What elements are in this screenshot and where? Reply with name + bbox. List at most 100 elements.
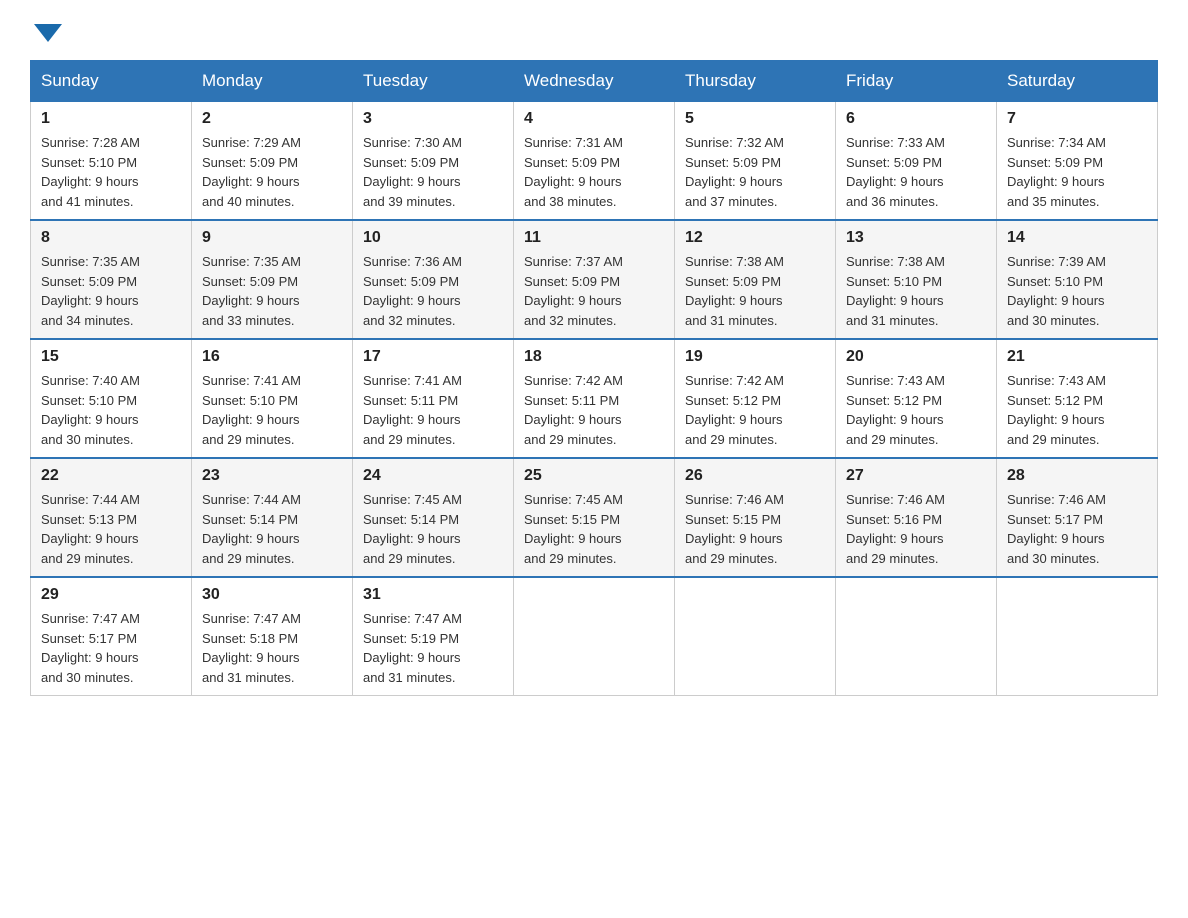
calendar-cell: 24 Sunrise: 7:45 AMSunset: 5:14 PMDayligh… bbox=[353, 458, 514, 577]
day-number: 12 bbox=[685, 229, 825, 247]
calendar-cell: 15Sunrise: 7:40 AMSunset: 5:10 PMDayligh… bbox=[31, 339, 192, 458]
day-info: Sunrise: 7:42 AMSunset: 5:11 PMDaylight:… bbox=[524, 371, 664, 449]
day-number: 5 bbox=[685, 110, 825, 128]
calendar-cell: 20 Sunrise: 7:43 AMSunset: 5:12 PMDayligh… bbox=[836, 339, 997, 458]
day-number: 29 bbox=[41, 586, 181, 604]
day-info: Sunrise: 7:46 AMSunset: 5:17 PMDaylight:… bbox=[1007, 490, 1147, 568]
day-number: 16 bbox=[202, 348, 342, 366]
calendar-cell: 16 Sunrise: 7:41 AMSunset: 5:10 PMDayligh… bbox=[192, 339, 353, 458]
calendar-cell: 17 Sunrise: 7:41 AMSunset: 5:11 PMDayligh… bbox=[353, 339, 514, 458]
day-info: Sunrise: 7:36 AMSunset: 5:09 PMDaylight:… bbox=[363, 252, 503, 330]
calendar-cell: 18 Sunrise: 7:42 AMSunset: 5:11 PMDayligh… bbox=[514, 339, 675, 458]
day-number: 24 bbox=[363, 467, 503, 485]
day-info: Sunrise: 7:37 AMSunset: 5:09 PMDaylight:… bbox=[524, 252, 664, 330]
logo-triangle-icon bbox=[34, 24, 62, 42]
day-info: Sunrise: 7:45 AMSunset: 5:15 PMDaylight:… bbox=[524, 490, 664, 568]
calendar-week-row: 22 Sunrise: 7:44 AMSunset: 5:13 PMDayligh… bbox=[31, 458, 1158, 577]
calendar-cell: 13 Sunrise: 7:38 AMSunset: 5:10 PMDayligh… bbox=[836, 220, 997, 339]
calendar-cell: 2Sunrise: 7:29 AMSunset: 5:09 PMDaylight… bbox=[192, 102, 353, 221]
calendar-cell: 6 Sunrise: 7:33 AMSunset: 5:09 PMDaylight… bbox=[836, 102, 997, 221]
day-info: Sunrise: 7:43 AMSunset: 5:12 PMDaylight:… bbox=[1007, 371, 1147, 449]
logo bbox=[30, 20, 62, 42]
column-header-monday: Monday bbox=[192, 61, 353, 102]
day-number: 17 bbox=[363, 348, 503, 366]
day-info: Sunrise: 7:42 AMSunset: 5:12 PMDaylight:… bbox=[685, 371, 825, 449]
day-number: 19 bbox=[685, 348, 825, 366]
calendar-table: SundayMondayTuesdayWednesdayThursdayFrid… bbox=[30, 60, 1158, 696]
day-number: 26 bbox=[685, 467, 825, 485]
day-info: Sunrise: 7:43 AMSunset: 5:12 PMDaylight:… bbox=[846, 371, 986, 449]
day-number: 1 bbox=[41, 110, 181, 128]
calendar-week-row: 29 Sunrise: 7:47 AMSunset: 5:17 PMDayligh… bbox=[31, 577, 1158, 696]
column-header-sunday: Sunday bbox=[31, 61, 192, 102]
day-number: 30 bbox=[202, 586, 342, 604]
day-number: 27 bbox=[846, 467, 986, 485]
calendar-cell: 29 Sunrise: 7:47 AMSunset: 5:17 PMDayligh… bbox=[31, 577, 192, 696]
calendar-cell: 31 Sunrise: 7:47 AMSunset: 5:19 PMDayligh… bbox=[353, 577, 514, 696]
day-info: Sunrise: 7:47 AMSunset: 5:18 PMDaylight:… bbox=[202, 609, 342, 687]
column-header-saturday: Saturday bbox=[997, 61, 1158, 102]
column-header-tuesday: Tuesday bbox=[353, 61, 514, 102]
calendar-cell: 28Sunrise: 7:46 AMSunset: 5:17 PMDayligh… bbox=[997, 458, 1158, 577]
day-info: Sunrise: 7:30 AMSunset: 5:09 PMDaylight:… bbox=[363, 133, 503, 211]
day-number: 4 bbox=[524, 110, 664, 128]
calendar-cell bbox=[675, 577, 836, 696]
calendar-week-row: 8 Sunrise: 7:35 AMSunset: 5:09 PMDaylight… bbox=[31, 220, 1158, 339]
calendar-cell bbox=[836, 577, 997, 696]
calendar-cell: 5 Sunrise: 7:32 AMSunset: 5:09 PMDaylight… bbox=[675, 102, 836, 221]
day-info: Sunrise: 7:46 AMSunset: 5:16 PMDaylight:… bbox=[846, 490, 986, 568]
day-info: Sunrise: 7:31 AMSunset: 5:09 PMDaylight:… bbox=[524, 133, 664, 211]
calendar-cell: 22 Sunrise: 7:44 AMSunset: 5:13 PMDayligh… bbox=[31, 458, 192, 577]
calendar-cell: 25 Sunrise: 7:45 AMSunset: 5:15 PMDayligh… bbox=[514, 458, 675, 577]
day-info: Sunrise: 7:45 AMSunset: 5:14 PMDaylight:… bbox=[363, 490, 503, 568]
day-info: Sunrise: 7:47 AMSunset: 5:19 PMDaylight:… bbox=[363, 609, 503, 687]
calendar-cell: 26 Sunrise: 7:46 AMSunset: 5:15 PMDayligh… bbox=[675, 458, 836, 577]
day-number: 18 bbox=[524, 348, 664, 366]
column-header-wednesday: Wednesday bbox=[514, 61, 675, 102]
day-number: 20 bbox=[846, 348, 986, 366]
calendar-cell: 12 Sunrise: 7:38 AMSunset: 5:09 PMDayligh… bbox=[675, 220, 836, 339]
day-info: Sunrise: 7:41 AMSunset: 5:11 PMDaylight:… bbox=[363, 371, 503, 449]
day-number: 14 bbox=[1007, 229, 1147, 247]
day-number: 7 bbox=[1007, 110, 1147, 128]
column-header-friday: Friday bbox=[836, 61, 997, 102]
calendar-cell: 27 Sunrise: 7:46 AMSunset: 5:16 PMDayligh… bbox=[836, 458, 997, 577]
calendar-cell: 7Sunrise: 7:34 AMSunset: 5:09 PMDaylight… bbox=[997, 102, 1158, 221]
day-info: Sunrise: 7:38 AMSunset: 5:10 PMDaylight:… bbox=[846, 252, 986, 330]
calendar-cell: 9 Sunrise: 7:35 AMSunset: 5:09 PMDaylight… bbox=[192, 220, 353, 339]
day-number: 22 bbox=[41, 467, 181, 485]
day-info: Sunrise: 7:46 AMSunset: 5:15 PMDaylight:… bbox=[685, 490, 825, 568]
day-number: 15 bbox=[41, 348, 181, 366]
day-number: 6 bbox=[846, 110, 986, 128]
calendar-cell bbox=[997, 577, 1158, 696]
calendar-cell: 8Sunrise: 7:35 AMSunset: 5:09 PMDaylight… bbox=[31, 220, 192, 339]
day-number: 25 bbox=[524, 467, 664, 485]
day-number: 8 bbox=[41, 229, 181, 247]
day-number: 13 bbox=[846, 229, 986, 247]
day-number: 31 bbox=[363, 586, 503, 604]
calendar-cell: 4 Sunrise: 7:31 AMSunset: 5:09 PMDaylight… bbox=[514, 102, 675, 221]
day-number: 11 bbox=[524, 229, 664, 247]
day-info: Sunrise: 7:35 AMSunset: 5:09 PMDaylight:… bbox=[202, 252, 342, 330]
calendar-header-row: SundayMondayTuesdayWednesdayThursdayFrid… bbox=[31, 61, 1158, 102]
calendar-cell bbox=[514, 577, 675, 696]
day-number: 23 bbox=[202, 467, 342, 485]
calendar-cell: 1Sunrise: 7:28 AMSunset: 5:10 PMDaylight… bbox=[31, 102, 192, 221]
calendar-week-row: 15Sunrise: 7:40 AMSunset: 5:10 PMDayligh… bbox=[31, 339, 1158, 458]
day-info: Sunrise: 7:44 AMSunset: 5:14 PMDaylight:… bbox=[202, 490, 342, 568]
day-number: 21 bbox=[1007, 348, 1147, 366]
day-info: Sunrise: 7:38 AMSunset: 5:09 PMDaylight:… bbox=[685, 252, 825, 330]
day-info: Sunrise: 7:33 AMSunset: 5:09 PMDaylight:… bbox=[846, 133, 986, 211]
day-info: Sunrise: 7:41 AMSunset: 5:10 PMDaylight:… bbox=[202, 371, 342, 449]
column-header-thursday: Thursday bbox=[675, 61, 836, 102]
day-number: 9 bbox=[202, 229, 342, 247]
day-info: Sunrise: 7:32 AMSunset: 5:09 PMDaylight:… bbox=[685, 133, 825, 211]
calendar-cell: 19 Sunrise: 7:42 AMSunset: 5:12 PMDayligh… bbox=[675, 339, 836, 458]
calendar-cell: 23 Sunrise: 7:44 AMSunset: 5:14 PMDayligh… bbox=[192, 458, 353, 577]
calendar-cell: 11 Sunrise: 7:37 AMSunset: 5:09 PMDayligh… bbox=[514, 220, 675, 339]
calendar-cell: 14Sunrise: 7:39 AMSunset: 5:10 PMDayligh… bbox=[997, 220, 1158, 339]
calendar-cell: 30 Sunrise: 7:47 AMSunset: 5:18 PMDayligh… bbox=[192, 577, 353, 696]
calendar-cell: 21 Sunrise: 7:43 AMSunset: 5:12 PMDayligh… bbox=[997, 339, 1158, 458]
day-info: Sunrise: 7:44 AMSunset: 5:13 PMDaylight:… bbox=[41, 490, 181, 568]
day-info: Sunrise: 7:47 AMSunset: 5:17 PMDaylight:… bbox=[41, 609, 181, 687]
